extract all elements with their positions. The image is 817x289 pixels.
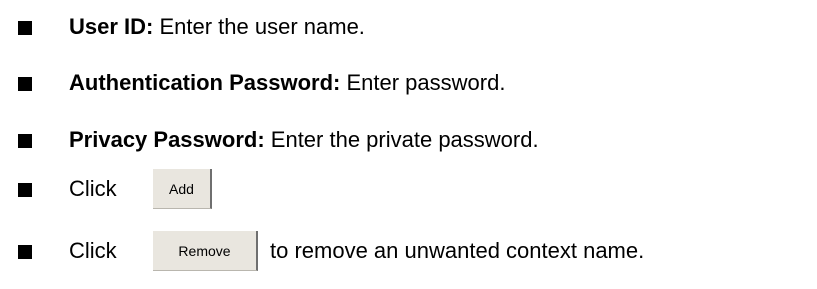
list-item-description: Enter the user name. <box>153 14 365 39</box>
list-item-authentication-password: Authentication Password: Enter password. <box>0 63 817 103</box>
list-item-description: Enter password. <box>340 70 506 95</box>
list-item-click-remove: Click Remove to remove an unwanted conte… <box>0 231 817 271</box>
list-item-text: User ID: Enter the user name. <box>69 7 365 47</box>
add-button[interactable]: Add <box>153 169 212 209</box>
bullet-square-icon <box>18 183 32 197</box>
list-item-user-id: User ID: Enter the user name. <box>0 7 817 47</box>
remove-button[interactable]: Remove <box>153 231 258 271</box>
list-item-label: Privacy Password: <box>69 127 265 152</box>
list-item-text: Privacy Password: Enter the private pass… <box>69 120 539 160</box>
list-item-privacy-password: Privacy Password: Enter the private pass… <box>0 120 817 160</box>
list-item-click-add: Click Add <box>0 169 817 209</box>
bullet-square-icon <box>18 21 32 35</box>
list-item-text: Authentication Password: Enter password. <box>69 63 505 103</box>
click-text: Click <box>69 176 117 201</box>
bullet-square-icon <box>18 245 32 259</box>
list-item-label: User ID: <box>69 14 154 39</box>
bullet-square-icon <box>18 134 32 148</box>
list-item-description: Enter the private password. <box>264 127 539 152</box>
list-item-label: Authentication Password: <box>69 70 341 95</box>
click-text: Click <box>69 238 117 263</box>
remove-description: to remove an unwanted context name. <box>270 238 645 263</box>
bullet-square-icon <box>18 77 32 91</box>
instruction-list: User ID: Enter the user name. Authentica… <box>0 0 817 289</box>
